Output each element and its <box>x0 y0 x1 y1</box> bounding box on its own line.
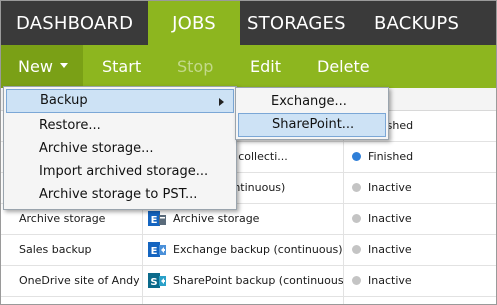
menu-item-archive-storage[interactable]: Archive storage... <box>6 137 234 161</box>
job-status-cell: Inactive <box>344 203 496 234</box>
status-dot-icon <box>352 276 361 285</box>
job-type-cell: E Exchange backup (continuous) <box>143 234 343 265</box>
app-window: DASHBOARD JOBS STORAGES BACKUPS New Star… <box>0 0 497 305</box>
status-dot-icon <box>352 245 361 254</box>
status-dot-icon <box>352 183 361 192</box>
chevron-right-icon <box>219 98 224 106</box>
job-name-cell: OneDrive site of Andy... <box>19 274 139 287</box>
status-label: Inactive <box>368 274 412 287</box>
table-row[interactable]: Sales backup E Exchange backup (continuous… <box>1 234 496 266</box>
svg-text:E: E <box>151 246 158 257</box>
status-dot-icon <box>352 152 361 161</box>
table-row[interactable]: OneDrive site of Andy... S SharePoint back… <box>1 265 496 297</box>
tab-storages[interactable]: STORAGES <box>247 1 346 45</box>
new-dropdown-menu: Backup Restore... Archive storage... Imp… <box>3 86 237 210</box>
tab-backups[interactable]: BACKUPS <box>374 1 474 45</box>
edit-button[interactable]: Edit <box>250 45 281 88</box>
submenu-item-exchange[interactable]: Exchange... <box>238 90 386 114</box>
svg-text:E: E <box>151 215 158 226</box>
status-label: Inactive <box>368 212 412 225</box>
stop-button[interactable]: Stop <box>177 45 213 88</box>
job-name-cell: Sales backup <box>19 243 92 256</box>
job-type-cell: S SharePoint backup (continuous) <box>143 265 343 296</box>
svg-text:S: S <box>150 277 157 288</box>
job-status-cell: Finished <box>344 141 496 172</box>
menu-item-backup[interactable]: Backup <box>6 89 234 113</box>
job-status-cell: Inactive <box>344 234 496 265</box>
top-nav: DASHBOARD JOBS STORAGES BACKUPS <box>1 1 496 45</box>
backup-submenu: Exchange... SharePoint... <box>235 87 389 140</box>
delete-button[interactable]: Delete <box>317 45 370 88</box>
start-button[interactable]: Start <box>102 45 141 88</box>
toolbar: New Start Stop Edit Delete <box>1 45 496 88</box>
exchange-icon: E <box>147 240 167 259</box>
menu-item-archive-storage-to-pst[interactable]: Archive storage to PST... <box>6 183 234 207</box>
sharepoint-icon: S <box>147 271 167 290</box>
submenu-item-sharepoint[interactable]: SharePoint... <box>238 113 386 137</box>
status-dot-icon <box>352 214 361 223</box>
job-type-label: Exchange backup (continuous) <box>173 243 343 256</box>
new-button[interactable]: New <box>1 45 83 88</box>
status-label: Inactive <box>368 181 412 194</box>
menu-item-import-archived-storage[interactable]: Import archived storage... <box>6 160 234 184</box>
chevron-down-icon <box>59 63 68 68</box>
tab-jobs[interactable]: JOBS <box>148 1 240 45</box>
status-label: Inactive <box>368 243 412 256</box>
status-label: Finished <box>368 150 414 163</box>
tab-dashboard[interactable]: DASHBOARD <box>16 1 134 45</box>
exchange-archive-icon: E <box>147 209 167 228</box>
job-status-cell: Inactive <box>344 172 496 203</box>
menu-item-label: Backup <box>40 93 88 108</box>
job-status-cell: Inactive <box>344 265 496 296</box>
new-button-label: New <box>18 57 53 76</box>
menu-item-restore[interactable]: Restore... <box>6 114 234 138</box>
job-type-label: SharePoint backup (continuous) <box>173 274 343 287</box>
